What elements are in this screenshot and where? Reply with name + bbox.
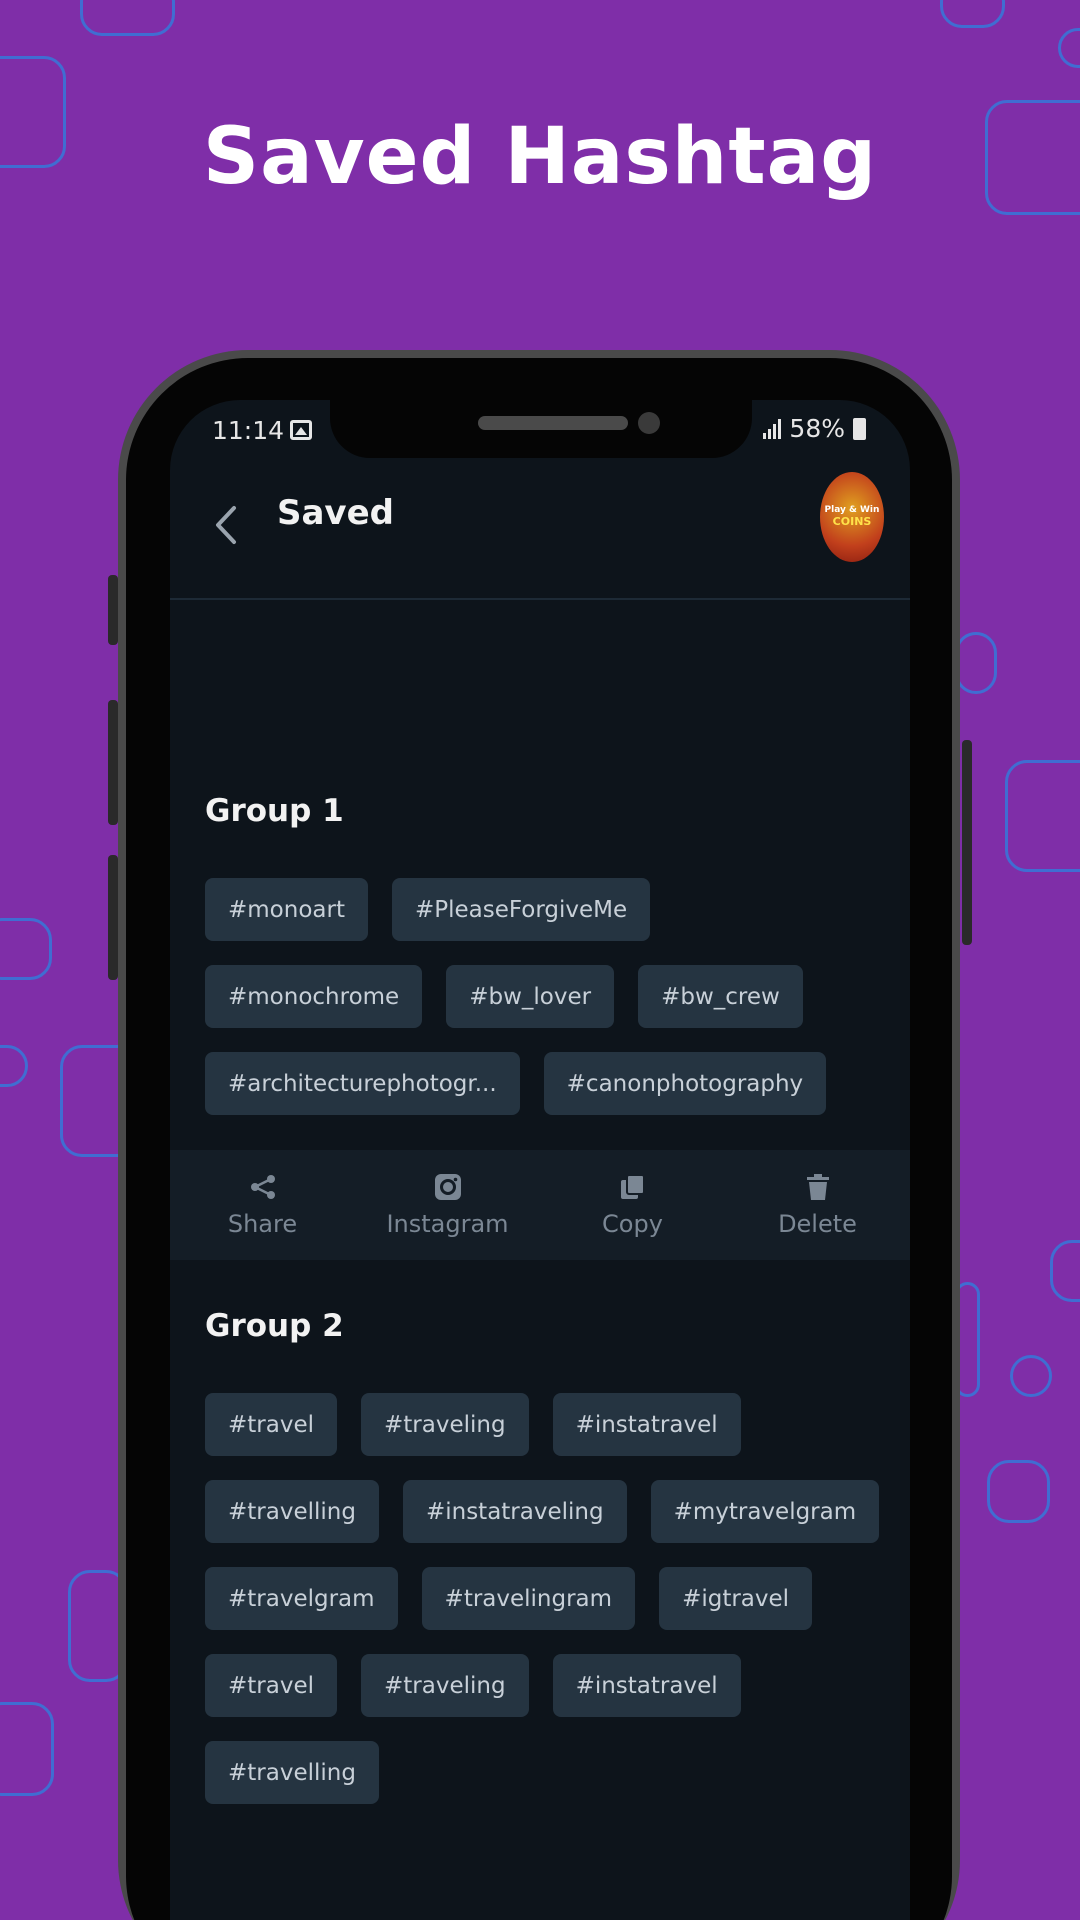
hashtag-chip[interactable]: #monoart bbox=[205, 878, 368, 941]
hashtag-chip[interactable]: #instatravel bbox=[552, 1654, 741, 1717]
phone-side-button bbox=[108, 575, 118, 645]
app-bar: Saved Play & Win COINS bbox=[170, 460, 910, 600]
signal-icon bbox=[763, 418, 782, 439]
decor-square bbox=[940, 0, 1005, 28]
headline: Saved Hashtag bbox=[202, 112, 878, 202]
promo-line2: COINS bbox=[832, 514, 872, 528]
hashtag-chip[interactable]: #bw_lover bbox=[446, 965, 615, 1028]
decor-square bbox=[0, 1045, 28, 1087]
hashtag-chip[interactable]: #monochrome bbox=[205, 965, 423, 1028]
hashtag-chip[interactable]: #canonphotography bbox=[543, 1052, 827, 1115]
decor-square bbox=[1058, 28, 1080, 68]
hashtag-chip[interactable]: #travelingram bbox=[421, 1567, 636, 1630]
hashtag-chip[interactable]: #travelling bbox=[205, 1741, 379, 1804]
hashtag-chip[interactable]: #travelgram bbox=[205, 1567, 398, 1630]
hashtag-chip[interactable]: #travel bbox=[205, 1393, 337, 1456]
battery-percent: 58% bbox=[789, 414, 845, 443]
share-button[interactable]: Share bbox=[170, 1150, 355, 1260]
decor-square bbox=[1010, 1355, 1052, 1397]
hashtag-chip[interactable]: #instatravel bbox=[552, 1393, 741, 1456]
hashtag-chip[interactable]: #mytravelgram bbox=[650, 1480, 880, 1543]
app-screen: 11:14 58% Saved Play & Win COINS Group 1… bbox=[170, 400, 910, 1920]
play-win-coins-button[interactable]: Play & Win COINS bbox=[820, 472, 884, 562]
decor-square bbox=[1050, 1240, 1080, 1302]
camera bbox=[638, 412, 660, 434]
hashtag-list: #monoart #PleaseForgiveMe #monochrome #bw_l… bbox=[205, 878, 885, 1115]
gallery-icon bbox=[290, 420, 312, 440]
group-actions: Share Instagram Copy Delete bbox=[170, 1150, 910, 1260]
delete-button[interactable]: Delete bbox=[725, 1150, 910, 1260]
instagram-label: Instagram bbox=[386, 1210, 509, 1238]
speaker bbox=[478, 416, 628, 430]
status-time: 11:14 bbox=[212, 416, 285, 445]
hashtag-chip[interactable]: #travelling bbox=[205, 1480, 379, 1543]
hashtag-chip[interactable]: #traveling bbox=[361, 1654, 529, 1717]
hashtag-chip[interactable]: #bw_crew bbox=[638, 965, 803, 1028]
share-icon bbox=[250, 1175, 275, 1199]
phone-side-button bbox=[108, 855, 118, 980]
decor-square bbox=[80, 0, 175, 36]
copy-label: Copy bbox=[602, 1210, 663, 1238]
copy-icon bbox=[620, 1174, 645, 1199]
trash-icon bbox=[806, 1174, 829, 1200]
status-right: 58% bbox=[763, 414, 866, 443]
battery-icon bbox=[853, 417, 866, 440]
copy-button[interactable]: Copy bbox=[540, 1150, 725, 1260]
page-title: Saved bbox=[277, 493, 394, 533]
phone-side-button bbox=[962, 740, 972, 945]
group-title: Group 1 bbox=[205, 793, 344, 829]
hashtag-chip[interactable]: #traveling bbox=[361, 1393, 529, 1456]
hashtag-chip[interactable]: #architecturephotogr... bbox=[205, 1052, 520, 1115]
hashtag-chip[interactable]: #instatraveling bbox=[402, 1480, 627, 1543]
decor-square bbox=[955, 632, 997, 694]
decor-square bbox=[0, 918, 52, 980]
phone-side-button bbox=[108, 700, 118, 825]
decor-square bbox=[0, 1702, 54, 1796]
group-title: Group 2 bbox=[205, 1308, 344, 1344]
share-label: Share bbox=[227, 1210, 298, 1238]
hashtag-chip[interactable]: #PleaseForgiveMe bbox=[391, 878, 651, 941]
decor-square bbox=[987, 1460, 1050, 1523]
hashtag-list: #travel #traveling #instatravel #travelling… bbox=[205, 1393, 885, 1804]
instagram-icon bbox=[434, 1174, 461, 1200]
instagram-button[interactable]: Instagram bbox=[355, 1150, 540, 1260]
delete-label: Delete bbox=[778, 1210, 857, 1238]
hashtag-chip[interactable]: #igtravel bbox=[659, 1567, 813, 1630]
notch bbox=[330, 400, 752, 458]
chevron-left-icon[interactable] bbox=[210, 500, 242, 550]
hashtag-chip[interactable]: #travel bbox=[205, 1654, 337, 1717]
decor-square bbox=[1005, 760, 1080, 872]
